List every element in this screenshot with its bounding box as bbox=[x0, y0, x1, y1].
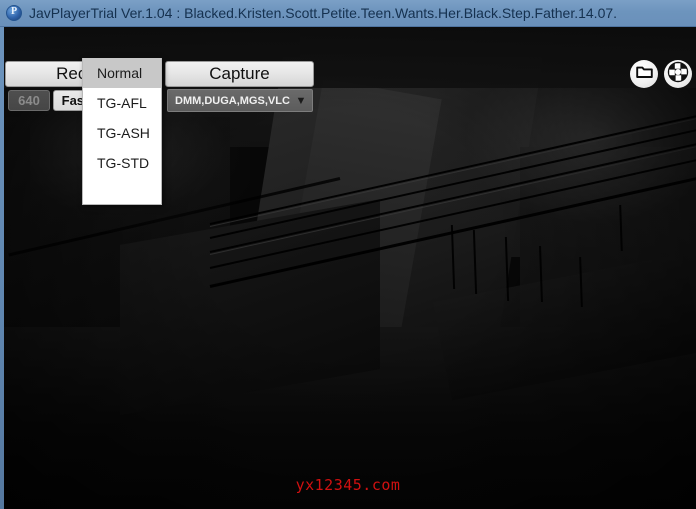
menu-item-tg-afl[interactable]: TG-AFL bbox=[83, 88, 161, 118]
video-shape-highlight-right bbox=[430, 67, 696, 247]
app-window: yx12345.com Record Capture 640 Fast DMM,… bbox=[0, 0, 696, 509]
resolution-field[interactable]: 640 bbox=[8, 90, 50, 111]
app-icon bbox=[6, 5, 22, 21]
menu-item-tg-ash[interactable]: TG-ASH bbox=[83, 118, 161, 148]
window-left-border bbox=[0, 27, 4, 509]
capture-button[interactable]: Capture bbox=[165, 61, 314, 87]
window-title: JavPlayerTrial Ver.1.04 : Blacked.Kriste… bbox=[29, 5, 618, 21]
watermark-text: yx12345.com bbox=[295, 476, 401, 494]
menu-item-normal[interactable]: Normal bbox=[83, 58, 161, 88]
menu-item-tg-std[interactable]: TG-STD bbox=[83, 148, 161, 178]
site-combobox-value: DMM,DUGA,MGS,VLC bbox=[175, 94, 290, 107]
record-mode-menu[interactable]: Normal TG-AFL TG-ASH TG-STD bbox=[82, 58, 162, 205]
title-bar[interactable]: JavPlayerTrial Ver.1.04 : Blacked.Kriste… bbox=[0, 0, 696, 27]
open-folder-button[interactable] bbox=[630, 60, 658, 88]
move-pad-button[interactable] bbox=[664, 60, 692, 88]
move-pad-icon bbox=[667, 61, 689, 88]
folder-icon bbox=[635, 65, 653, 84]
chevron-down-icon[interactable]: ▼ bbox=[290, 95, 312, 107]
site-combobox[interactable]: DMM,DUGA,MGS,VLC ▼ bbox=[167, 89, 313, 112]
